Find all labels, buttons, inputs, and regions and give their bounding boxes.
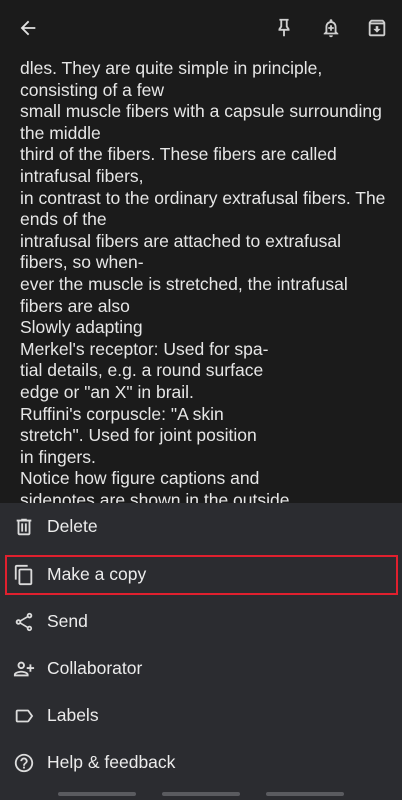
note-text-line: fibers, so when- bbox=[20, 252, 144, 273]
note-text-line: in contrast to the ordinary extrafusal f… bbox=[20, 187, 386, 208]
note-text-line: in fingers. bbox=[20, 446, 96, 467]
menu-item-label: Labels bbox=[47, 705, 99, 725]
pin-icon[interactable] bbox=[270, 14, 298, 42]
menu-item-labels[interactable]: Labels bbox=[0, 692, 402, 739]
note-text-line: intrafusal fibers are attached to extraf… bbox=[20, 230, 342, 251]
reminder-bell-icon[interactable] bbox=[317, 14, 345, 42]
menu-item-collaborator[interactable]: Collaborator bbox=[0, 645, 402, 692]
menu-item-help-feedback[interactable]: Help & feedback bbox=[0, 739, 402, 786]
system-navigation-bar bbox=[0, 788, 402, 800]
note-text-line: Ruffini's corpuscle: "A skin bbox=[20, 403, 224, 424]
menu-item-label: Help & feedback bbox=[47, 752, 176, 772]
note-text-line: ever the muscle is stretched, the intraf… bbox=[20, 273, 348, 294]
menu-item-label: Delete bbox=[47, 516, 98, 536]
bottom-sheet-menu: Delete Make a copy Send Collaborator Lab… bbox=[0, 503, 402, 800]
note-text-line: fibers are also bbox=[20, 295, 130, 316]
top-app-bar bbox=[0, 0, 402, 56]
note-text-line: small muscle fibers with a capsule surro… bbox=[20, 101, 382, 122]
note-text-line: tial details, e.g. a round surface bbox=[20, 360, 264, 381]
nav-recents-handle[interactable] bbox=[58, 792, 136, 796]
note-text-line: stretch". Used for joint position bbox=[20, 425, 257, 446]
note-text-line: dles. They are quite simple in principle… bbox=[20, 58, 323, 78]
menu-item-delete[interactable]: Delete bbox=[0, 503, 402, 550]
nav-home-handle[interactable] bbox=[162, 792, 240, 796]
note-text-line: third of the fibers. These fibers are ca… bbox=[20, 144, 337, 165]
nav-back-handle[interactable] bbox=[266, 792, 344, 796]
label-icon bbox=[12, 704, 36, 728]
note-text-line: Slowly adapting bbox=[20, 317, 143, 338]
arrow-back-icon[interactable] bbox=[14, 14, 42, 42]
menu-item-label: Collaborator bbox=[47, 658, 143, 678]
note-text-line: intrafusal fibers, bbox=[20, 165, 144, 186]
note-body[interactable]: dles. They are quite simple in principle… bbox=[20, 58, 396, 506]
note-text-line: the middle bbox=[20, 122, 101, 143]
archive-icon[interactable] bbox=[363, 14, 391, 42]
menu-item-label: Send bbox=[47, 611, 88, 631]
note-text-line: edge or "an X" in brail. bbox=[20, 381, 194, 402]
selection-highlight-box bbox=[5, 555, 398, 595]
person-add-icon bbox=[12, 657, 36, 681]
note-text-line: ends of the bbox=[20, 209, 107, 230]
note-text-line: consisting of a few bbox=[20, 79, 164, 100]
trash-icon bbox=[12, 515, 36, 539]
note-text-line: Notice how figure captions and bbox=[20, 468, 260, 489]
note-text-line: Merkel's receptor: Used for spa- bbox=[20, 338, 269, 359]
share-icon bbox=[12, 610, 36, 634]
help-icon bbox=[12, 751, 36, 775]
menu-item-send[interactable]: Send bbox=[0, 598, 402, 645]
